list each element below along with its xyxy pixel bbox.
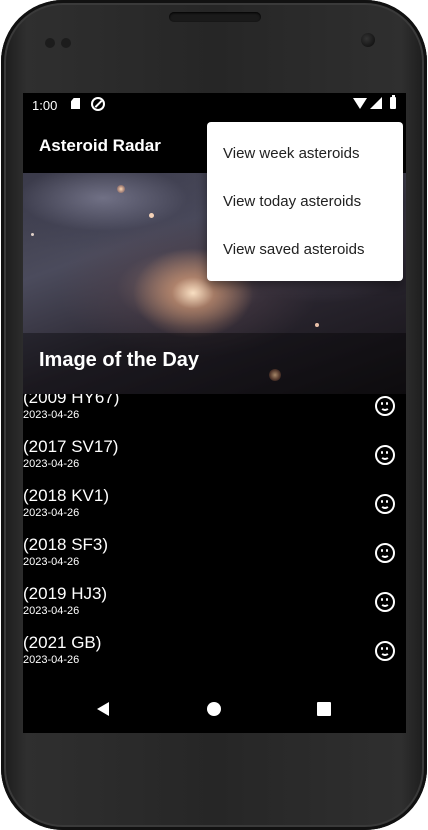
asteroid-list[interactable]: (2009 HY67) 2023-04-26 (2017 SV17) 2023-… (23, 394, 406, 686)
smiley-icon (375, 445, 395, 465)
smiley-icon (375, 641, 395, 661)
list-item[interactable]: (2017 SV17) 2023-04-26 (23, 431, 406, 480)
status-time: 1:00 (32, 98, 58, 113)
sync-icon (91, 97, 105, 111)
menu-item-view-today[interactable]: View today asteroids (207, 178, 403, 226)
speaker-grille (169, 12, 261, 22)
asteroid-date: 2023-04-26 (23, 605, 80, 617)
asteroid-date: 2023-04-26 (23, 507, 80, 519)
phone-frame: 1:00 Asteroid Radar Image of the Day (20… (1, 0, 427, 830)
wifi-icon (353, 98, 367, 109)
overflow-menu: View week asteroids View today asteroids… (207, 122, 403, 281)
list-item[interactable]: (2019 HJ3) 2023-04-26 (23, 578, 406, 627)
asteroid-name: (2019 HJ3) (23, 584, 108, 603)
asteroid-name: (2009 HY67) (23, 394, 120, 407)
asteroid-date: 2023-04-26 (23, 409, 80, 421)
asteroid-name: (2021 GB) (23, 633, 102, 652)
menu-item-label: View today asteroids (223, 193, 362, 210)
asteroid-date: 2023-04-26 (23, 654, 80, 666)
battery-icon (390, 95, 396, 109)
smiley-icon (375, 592, 395, 612)
signal-icon (370, 97, 382, 109)
asteroid-name: (2018 SF3) (23, 535, 109, 554)
list-item[interactable]: (2009 HY67) 2023-04-26 (23, 394, 406, 431)
menu-item-view-week[interactable]: View week asteroids (207, 130, 403, 178)
home-icon[interactable] (207, 702, 221, 716)
star-decoration (117, 185, 125, 193)
star-decoration (31, 233, 34, 236)
menu-item-label: View week asteroids (223, 145, 360, 162)
list-item[interactable]: (2021 GB) 2023-04-26 (23, 627, 406, 676)
sensor-dot (45, 38, 55, 48)
recents-icon[interactable] (317, 702, 331, 716)
asteroid-date: 2023-04-26 (23, 458, 80, 470)
menu-item-view-saved[interactable]: View saved asteroids (207, 226, 403, 274)
smiley-icon (375, 543, 395, 563)
star-decoration (315, 323, 319, 327)
sensor-dot (61, 38, 71, 48)
screen: 1:00 Asteroid Radar Image of the Day (20… (23, 93, 406, 733)
list-item[interactable]: (2018 KV1) 2023-04-26 (23, 480, 406, 529)
menu-item-label: View saved asteroids (223, 241, 365, 258)
front-camera (361, 33, 375, 47)
list-item[interactable]: (2018 SF3) 2023-04-26 (23, 529, 406, 578)
image-of-the-day-label: Image of the Day (39, 349, 200, 371)
star-decoration (149, 213, 154, 218)
smiley-icon (375, 396, 395, 416)
asteroid-date: 2023-04-26 (23, 556, 80, 568)
back-icon[interactable] (97, 702, 109, 716)
asteroid-name: (2018 KV1) (23, 486, 109, 505)
sd-card-icon (71, 98, 80, 109)
status-bar: 1:00 (23, 93, 406, 117)
app-title: Asteroid Radar (39, 136, 161, 155)
asteroid-name: (2017 SV17) (23, 437, 119, 456)
navigation-bar (23, 686, 406, 733)
smiley-icon (375, 494, 395, 514)
